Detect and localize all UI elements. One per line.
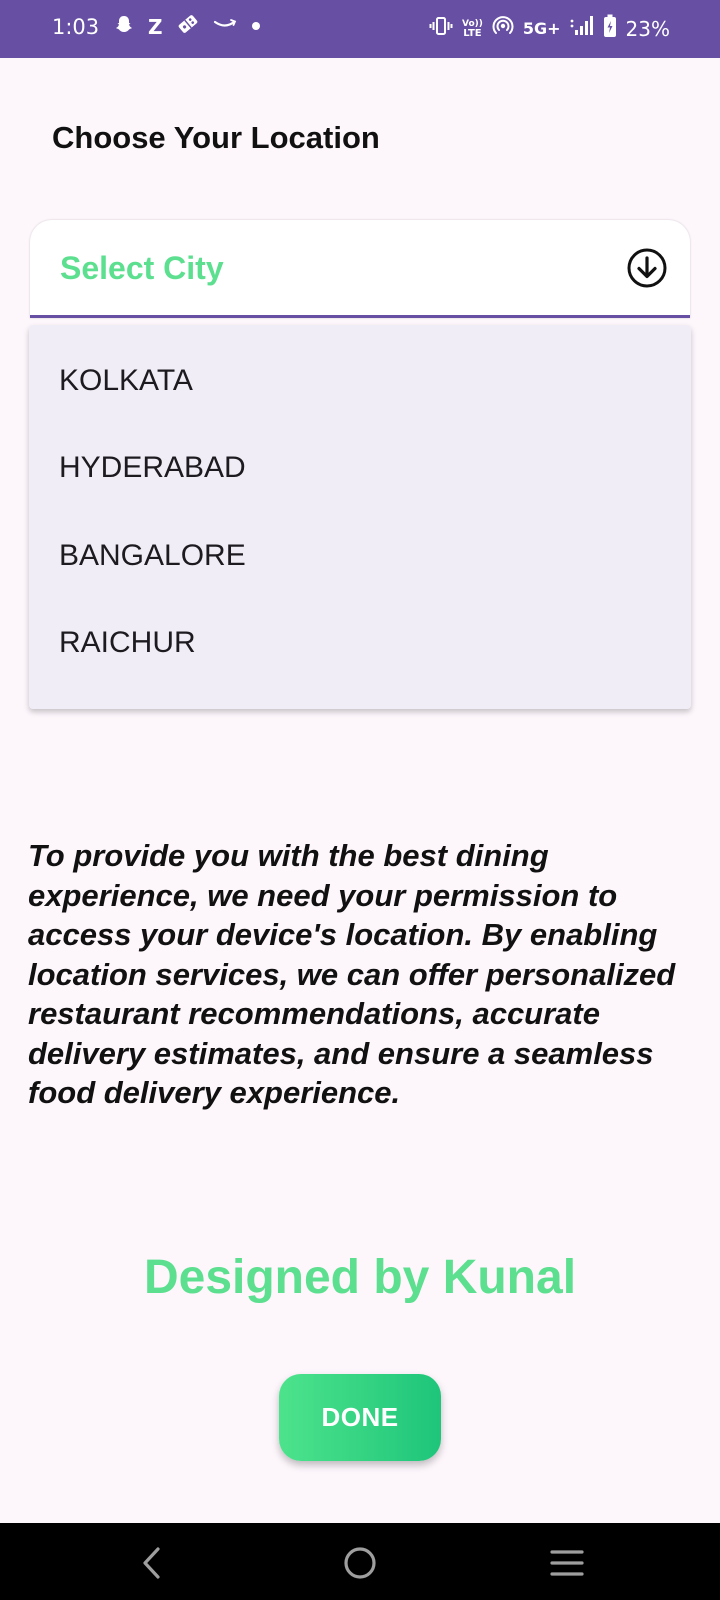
home-icon[interactable] (338, 1541, 382, 1585)
volte-top-label: Vo)) (461, 18, 483, 29)
done-button[interactable]: DONE (279, 1374, 441, 1461)
city-dropdown-menu: KOLKATA HYDERABAD BANGALORE RAICHUR (29, 325, 691, 709)
city-select-field[interactable]: Select City (30, 220, 690, 318)
dot-icon (251, 18, 261, 36)
select-city-label: Select City (60, 250, 224, 286)
city-option-hyderabad[interactable]: HYDERABAD (29, 424, 691, 512)
battery-percent: 23% (625, 16, 670, 41)
zomato-icon: Z (148, 14, 163, 39)
status-time: 1:03 (52, 15, 100, 39)
system-icons: Vo)) LTE 5G+ 23% (429, 14, 670, 43)
vibrate-icon (429, 15, 453, 42)
city-option-bangalore[interactable]: BANGALORE (29, 512, 691, 600)
snapchat-icon (114, 14, 134, 39)
volte-icon: Vo)) LTE (462, 19, 483, 39)
arrow-down-circle-icon[interactable] (626, 247, 668, 289)
signal-icon (570, 15, 594, 42)
hotspot-icon (492, 15, 514, 42)
status-bar: 1:03 Z Vo)) LTE 5G+ 23% (0, 0, 720, 58)
navigation-bar (0, 1523, 720, 1600)
back-icon[interactable] (130, 1541, 174, 1585)
domino-icon (177, 14, 199, 39)
location-permission-description: To provide you with the best dining expe… (28, 838, 676, 1110)
amazon-icon (213, 16, 237, 37)
battery-icon (603, 14, 617, 43)
city-option-raichur[interactable]: RAICHUR (29, 599, 691, 687)
recents-icon[interactable] (545, 1541, 589, 1585)
notification-icons: Z (114, 14, 261, 39)
designer-credit: Designed by Kunal (143, 1251, 577, 1304)
page-title: Choose Your Location (52, 120, 380, 155)
volte-bottom-label: LTE (463, 27, 482, 39)
network-type: 5G+ (522, 19, 561, 38)
city-option-kolkata[interactable]: KOLKATA (29, 337, 691, 425)
